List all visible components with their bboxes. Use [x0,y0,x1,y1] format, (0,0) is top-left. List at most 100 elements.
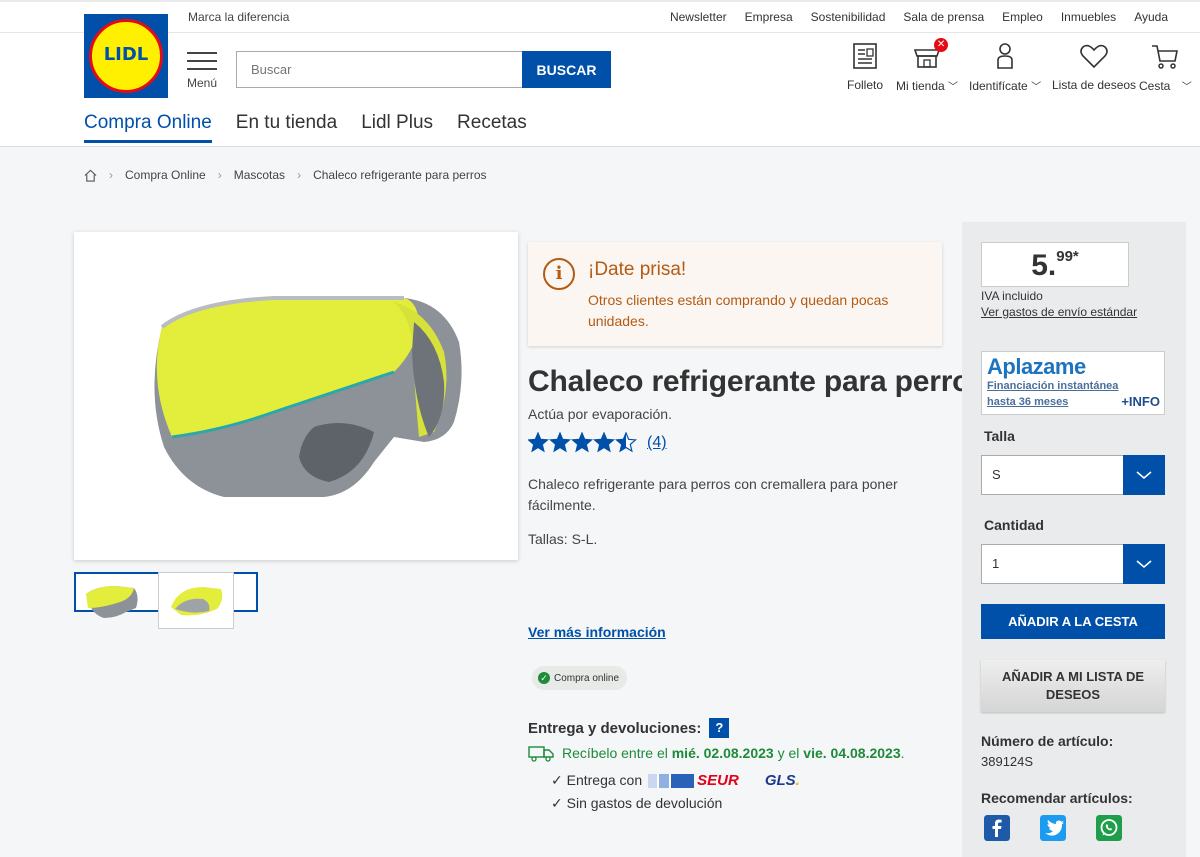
delivery-heading: Entrega y devoluciones: ? [528,718,730,738]
nav-recetas[interactable]: Recetas [457,112,527,143]
chevron-down-icon: ﹀ [1031,82,1042,93]
breadcrumb-current: Chaleco refrigerante para perros [313,168,487,182]
hurry-title: ¡Date prisa! [588,259,687,280]
hamburger-icon-bar [187,68,217,70]
delivery-suffix: . [900,745,905,761]
delivery-carrier-text: ✓ Entrega con [551,772,643,788]
product-rating[interactable]: (4) [528,432,667,454]
breadcrumb-mascotas[interactable]: Mascotas [234,168,285,182]
mi-tienda-text: Mi tienda [896,79,945,93]
chevron-down-icon [1136,560,1152,569]
thumbnail-vest-image [86,586,138,618]
more-info-link[interactable]: Ver más información [528,624,666,640]
product-subtitle: Actúa por evaporación. [528,406,672,422]
cantidad-label: Cantidad [984,517,1044,533]
hurry-text: Otros clientes están comprando y quedan … [588,292,889,329]
price-decimals: 99* [1056,248,1079,265]
gls-logo-text: GLS [764,772,796,789]
folleto-button[interactable]: Folleto [847,40,883,92]
home-icon[interactable] [84,169,97,182]
menu-label: Menú [186,76,218,90]
seur-logo-text: SEUR [697,772,739,789]
whatsapp-icon[interactable] [1096,815,1122,841]
identificate-label: Identifícate ﹀ [969,78,1041,93]
facebook-icon[interactable] [984,815,1010,841]
aplazame-banner[interactable]: Aplazame Financiación instantánea hasta … [981,351,1165,415]
nav-en-tu-tienda[interactable]: En tu tienda [236,112,337,143]
lidl-logo[interactable]: LIDL [84,14,168,98]
nav-compra-online[interactable]: Compra Online [84,112,212,143]
search-input[interactable] [236,51,523,88]
thumbnail-2[interactable] [158,572,234,629]
menu-button[interactable]: Menú [186,52,218,90]
chevron-down-icon: ﹀ [948,82,959,93]
top-link-sala-de-prensa[interactable]: Sala de prensa [903,10,984,24]
delivery-help-button[interactable]: ? [709,718,730,738]
talla-dropdown-button[interactable] [1123,455,1165,495]
twitter-icon[interactable] [1040,815,1066,841]
cart-icon [1152,45,1179,69]
lista-deseos-button[interactable]: Lista de deseos [1052,40,1136,92]
top-link-newsletter[interactable]: Newsletter [670,10,727,24]
talla-select[interactable]: S [981,455,1165,495]
aplazame-info[interactable]: +INFO [1121,394,1160,409]
price-box: 5.99* [981,242,1129,287]
add-to-cart-button[interactable]: AÑADIR A LA CESTA [981,604,1165,639]
main-nav: Compra Online En tu tienda Lidl Plus Rec… [84,112,527,143]
store-alert-badge: ✕ [934,38,949,52]
delivery-from: mié. 02.08.2023 [671,745,774,761]
truck-icon [528,746,554,762]
identificate-button[interactable]: Identifícate ﹀ [969,40,1041,93]
top-links: Newsletter Empresa Sostenibilidad Sala d… [670,10,1168,24]
star-icon [593,432,615,453]
cantidad-dropdown-button[interactable] [1123,544,1165,584]
top-link-ayuda[interactable]: Ayuda [1134,10,1168,24]
seur-logo: SEUR [648,772,739,789]
top-link-empresa[interactable]: Empresa [745,10,793,24]
nav-lidl-plus[interactable]: Lidl Plus [361,112,433,143]
talla-label: Talla [984,428,1015,444]
thumbnail-vest-image [171,587,223,616]
online-badge: ✓ Compra online [532,666,628,690]
cantidad-select[interactable]: 1 [981,544,1165,584]
product-image[interactable] [74,232,518,560]
flyer-icon [853,43,877,69]
add-to-wishlist-button[interactable]: AÑADIR A MI LISTA DE DESEOS [981,660,1165,712]
talla-value: S [992,467,1001,482]
mi-tienda-button[interactable]: ✕ Mi tienda ﹀ [896,38,959,93]
breadcrumb: › Compra Online › Mascotas › Chaleco ref… [84,168,487,182]
topbar-divider [0,32,1200,33]
logo-text: LIDL [103,44,149,65]
top-link-empleo[interactable]: Empleo [1002,10,1043,24]
cesta-label: Cesta ﹀ [1139,78,1192,93]
top-link-inmuebles[interactable]: Inmuebles [1061,10,1116,24]
rating-count[interactable]: (4) [647,434,667,452]
recommend-label: Recomendar artículos: [981,790,1133,806]
gls-logo-dot: . [795,772,800,789]
breadcrumb-compra-online[interactable]: Compra Online [125,168,206,182]
star-icon [615,432,637,453]
seur-logo-bars [648,773,695,788]
lista-deseos-label: Lista de deseos [1052,78,1137,92]
delivery-date: Recíbelo entre el mié. 02.08.2023 y el v… [528,744,905,762]
online-badge-label: Compra online [554,672,620,684]
breadcrumb-separator: › [217,168,222,182]
product-title: Chaleco refrigerante para perros [528,365,987,398]
identificate-text: Identifícate [969,79,1028,93]
shipping-costs-link[interactable]: Ver gastos de envío estándar [981,305,1137,319]
aplazame-line2: hasta 36 meses [987,396,1069,408]
chevron-down-icon: ﹀ [1181,82,1192,93]
top-link-sostenibilidad[interactable]: Sostenibilidad [811,10,886,24]
cesta-button[interactable]: Cesta ﹀ [1139,40,1192,93]
price: 5.99* [1031,248,1079,282]
heart-icon [1080,44,1108,69]
cantidad-value: 1 [992,556,1000,571]
tagline: Marca la diferencia [188,10,290,24]
delivery-mid: y el [777,745,800,761]
delivery-to: vie. 04.08.2023 [803,745,901,761]
search-button[interactable]: BUSCAR [522,51,611,88]
check-icon: ✓ [538,672,550,684]
delivery-date-text: Recíbelo entre el mié. 02.08.2023 y el v… [562,745,905,761]
star-icon [549,432,571,453]
article-number: 389124S [981,754,1034,769]
